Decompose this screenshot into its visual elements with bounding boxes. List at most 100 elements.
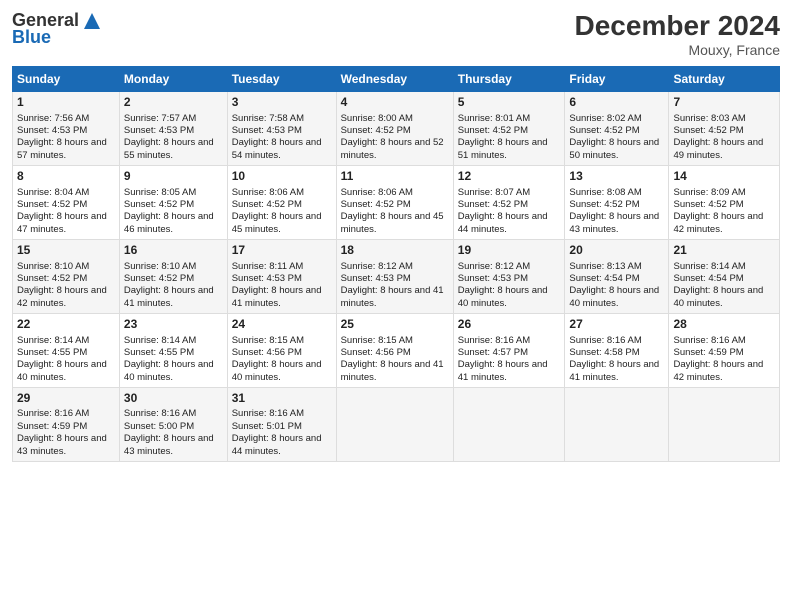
calendar-cell: 25Sunrise: 8:15 AMSunset: 4:56 PMDayligh… bbox=[336, 313, 453, 387]
calendar-cell: 14Sunrise: 8:09 AMSunset: 4:52 PMDayligh… bbox=[669, 165, 780, 239]
sunset-text: Sunset: 4:53 PM bbox=[341, 273, 449, 285]
calendar-cell: 22Sunrise: 8:14 AMSunset: 4:55 PMDayligh… bbox=[13, 313, 120, 387]
day-number: 20 bbox=[569, 243, 664, 259]
daylight-text: Daylight: 8 hours and 51 minutes. bbox=[458, 137, 561, 162]
sunrise-text: Sunrise: 8:16 AM bbox=[569, 335, 664, 347]
day-number: 21 bbox=[673, 243, 775, 259]
daylight-text: Daylight: 8 hours and 40 minutes. bbox=[458, 285, 561, 310]
calendar-cell: 23Sunrise: 8:14 AMSunset: 4:55 PMDayligh… bbox=[119, 313, 227, 387]
col-sunday: Sunday bbox=[13, 67, 120, 92]
day-number: 8 bbox=[17, 169, 115, 185]
sunset-text: Sunset: 4:52 PM bbox=[17, 199, 115, 211]
calendar-cell: 1Sunrise: 7:56 AMSunset: 4:53 PMDaylight… bbox=[13, 92, 120, 166]
sunrise-text: Sunrise: 8:00 AM bbox=[341, 113, 449, 125]
day-number: 13 bbox=[569, 169, 664, 185]
location: Mouxy, France bbox=[575, 42, 780, 58]
day-number: 19 bbox=[458, 243, 561, 259]
sunset-text: Sunset: 4:52 PM bbox=[458, 199, 561, 211]
calendar-cell: 17Sunrise: 8:11 AMSunset: 4:53 PMDayligh… bbox=[227, 239, 336, 313]
daylight-text: Daylight: 8 hours and 41 minutes. bbox=[341, 285, 449, 310]
daylight-text: Daylight: 8 hours and 49 minutes. bbox=[673, 137, 775, 162]
sunset-text: Sunset: 4:52 PM bbox=[232, 199, 332, 211]
day-number: 15 bbox=[17, 243, 115, 259]
sunrise-text: Sunrise: 8:14 AM bbox=[17, 335, 115, 347]
daylight-text: Daylight: 8 hours and 40 minutes. bbox=[124, 359, 223, 384]
sunset-text: Sunset: 4:53 PM bbox=[458, 273, 561, 285]
daylight-text: Daylight: 8 hours and 44 minutes. bbox=[232, 433, 332, 458]
day-number: 29 bbox=[17, 391, 115, 407]
calendar-cell: 12Sunrise: 8:07 AMSunset: 4:52 PMDayligh… bbox=[453, 165, 565, 239]
calendar-cell: 11Sunrise: 8:06 AMSunset: 4:52 PMDayligh… bbox=[336, 165, 453, 239]
calendar-cell: 2Sunrise: 7:57 AMSunset: 4:53 PMDaylight… bbox=[119, 92, 227, 166]
sunset-text: Sunset: 4:52 PM bbox=[17, 273, 115, 285]
daylight-text: Daylight: 8 hours and 40 minutes. bbox=[232, 359, 332, 384]
day-number: 28 bbox=[673, 317, 775, 333]
sunset-text: Sunset: 4:52 PM bbox=[124, 273, 223, 285]
calendar-cell: 19 Sunrise: 8:12 AMSunset: 4:53 PMDayligh… bbox=[453, 239, 565, 313]
sunset-text: Sunset: 5:00 PM bbox=[124, 421, 223, 433]
logo-blue: Blue bbox=[12, 27, 51, 48]
daylight-text: Daylight: 8 hours and 44 minutes. bbox=[458, 211, 561, 236]
sunrise-text: Sunrise: 8:06 AM bbox=[341, 187, 449, 199]
day-number: 22 bbox=[17, 317, 115, 333]
sunset-text: Sunset: 4:55 PM bbox=[124, 347, 223, 359]
sunrise-text: Sunrise: 8:09 AM bbox=[673, 187, 775, 199]
daylight-text: Daylight: 8 hours and 43 minutes. bbox=[569, 211, 664, 236]
daylight-text: Daylight: 8 hours and 43 minutes. bbox=[17, 433, 115, 458]
sunrise-text: Sunrise: 8:10 AM bbox=[124, 261, 223, 273]
sunrise-text: Sunrise: 8:02 AM bbox=[569, 113, 664, 125]
daylight-text: Daylight: 8 hours and 40 minutes. bbox=[17, 359, 115, 384]
sunset-text: Sunset: 4:52 PM bbox=[569, 199, 664, 211]
day-number: 10 bbox=[232, 169, 332, 185]
day-number: 30 bbox=[124, 391, 223, 407]
sunset-text: Sunset: 4:52 PM bbox=[673, 199, 775, 211]
sunrise-text: Sunrise: 7:58 AM bbox=[232, 113, 332, 125]
header-row: Sunday Monday Tuesday Wednesday Thursday… bbox=[13, 67, 780, 92]
day-number: 9 bbox=[124, 169, 223, 185]
sunset-text: Sunset: 4:52 PM bbox=[569, 125, 664, 137]
col-wednesday: Wednesday bbox=[336, 67, 453, 92]
sunset-text: Sunset: 4:53 PM bbox=[232, 125, 332, 137]
daylight-text: Daylight: 8 hours and 42 minutes. bbox=[17, 285, 115, 310]
sunset-text: Sunset: 4:52 PM bbox=[458, 125, 561, 137]
day-number: 6 bbox=[569, 95, 664, 111]
calendar-cell bbox=[453, 387, 565, 461]
day-number: 4 bbox=[341, 95, 449, 111]
calendar-week-5: 29Sunrise: 8:16 AMSunset: 4:59 PMDayligh… bbox=[13, 387, 780, 461]
daylight-text: Daylight: 8 hours and 57 minutes. bbox=[17, 137, 115, 162]
calendar-week-4: 22Sunrise: 8:14 AMSunset: 4:55 PMDayligh… bbox=[13, 313, 780, 387]
sunset-text: Sunset: 4:59 PM bbox=[17, 421, 115, 433]
sunrise-text: Sunrise: 8:06 AM bbox=[232, 187, 332, 199]
sunrise-text: Sunrise: 8:12 AM bbox=[458, 261, 561, 273]
day-number: 1 bbox=[17, 95, 115, 111]
calendar-cell: 21Sunrise: 8:14 AMSunset: 4:54 PMDayligh… bbox=[669, 239, 780, 313]
day-number: 17 bbox=[232, 243, 332, 259]
calendar-week-1: 1Sunrise: 7:56 AMSunset: 4:53 PMDaylight… bbox=[13, 92, 780, 166]
sunrise-text: Sunrise: 8:12 AM bbox=[341, 261, 449, 273]
calendar-cell: 18 Sunrise: 8:12 AMSunset: 4:53 PMDayligh… bbox=[336, 239, 453, 313]
calendar-cell: 28Sunrise: 8:16 AMSunset: 4:59 PMDayligh… bbox=[669, 313, 780, 387]
calendar-cell: 8Sunrise: 8:04 AMSunset: 4:52 PMDaylight… bbox=[13, 165, 120, 239]
calendar-cell bbox=[669, 387, 780, 461]
calendar-cell bbox=[565, 387, 669, 461]
day-number: 7 bbox=[673, 95, 775, 111]
daylight-text: Daylight: 8 hours and 41 minutes. bbox=[458, 359, 561, 384]
sunset-text: Sunset: 4:52 PM bbox=[673, 125, 775, 137]
calendar-cell: 26Sunrise: 8:16 AMSunset: 4:57 PMDayligh… bbox=[453, 313, 565, 387]
col-thursday: Thursday bbox=[453, 67, 565, 92]
daylight-text: Daylight: 8 hours and 54 minutes. bbox=[232, 137, 332, 162]
col-saturday: Saturday bbox=[669, 67, 780, 92]
page-container: General Blue December 2024 Mouxy, France… bbox=[0, 0, 792, 470]
calendar-cell: 27Sunrise: 8:16 AMSunset: 4:58 PMDayligh… bbox=[565, 313, 669, 387]
sunrise-text: Sunrise: 8:01 AM bbox=[458, 113, 561, 125]
sunrise-text: Sunrise: 8:05 AM bbox=[124, 187, 223, 199]
sunset-text: Sunset: 4:53 PM bbox=[124, 125, 223, 137]
sunrise-text: Sunrise: 8:04 AM bbox=[17, 187, 115, 199]
calendar-week-3: 15Sunrise: 8:10 AMSunset: 4:52 PMDayligh… bbox=[13, 239, 780, 313]
col-tuesday: Tuesday bbox=[227, 67, 336, 92]
day-number: 18 bbox=[341, 243, 449, 259]
sunset-text: Sunset: 4:52 PM bbox=[341, 125, 449, 137]
sunrise-text: Sunrise: 8:03 AM bbox=[673, 113, 775, 125]
daylight-text: Daylight: 8 hours and 40 minutes. bbox=[569, 285, 664, 310]
daylight-text: Daylight: 8 hours and 41 minutes. bbox=[124, 285, 223, 310]
